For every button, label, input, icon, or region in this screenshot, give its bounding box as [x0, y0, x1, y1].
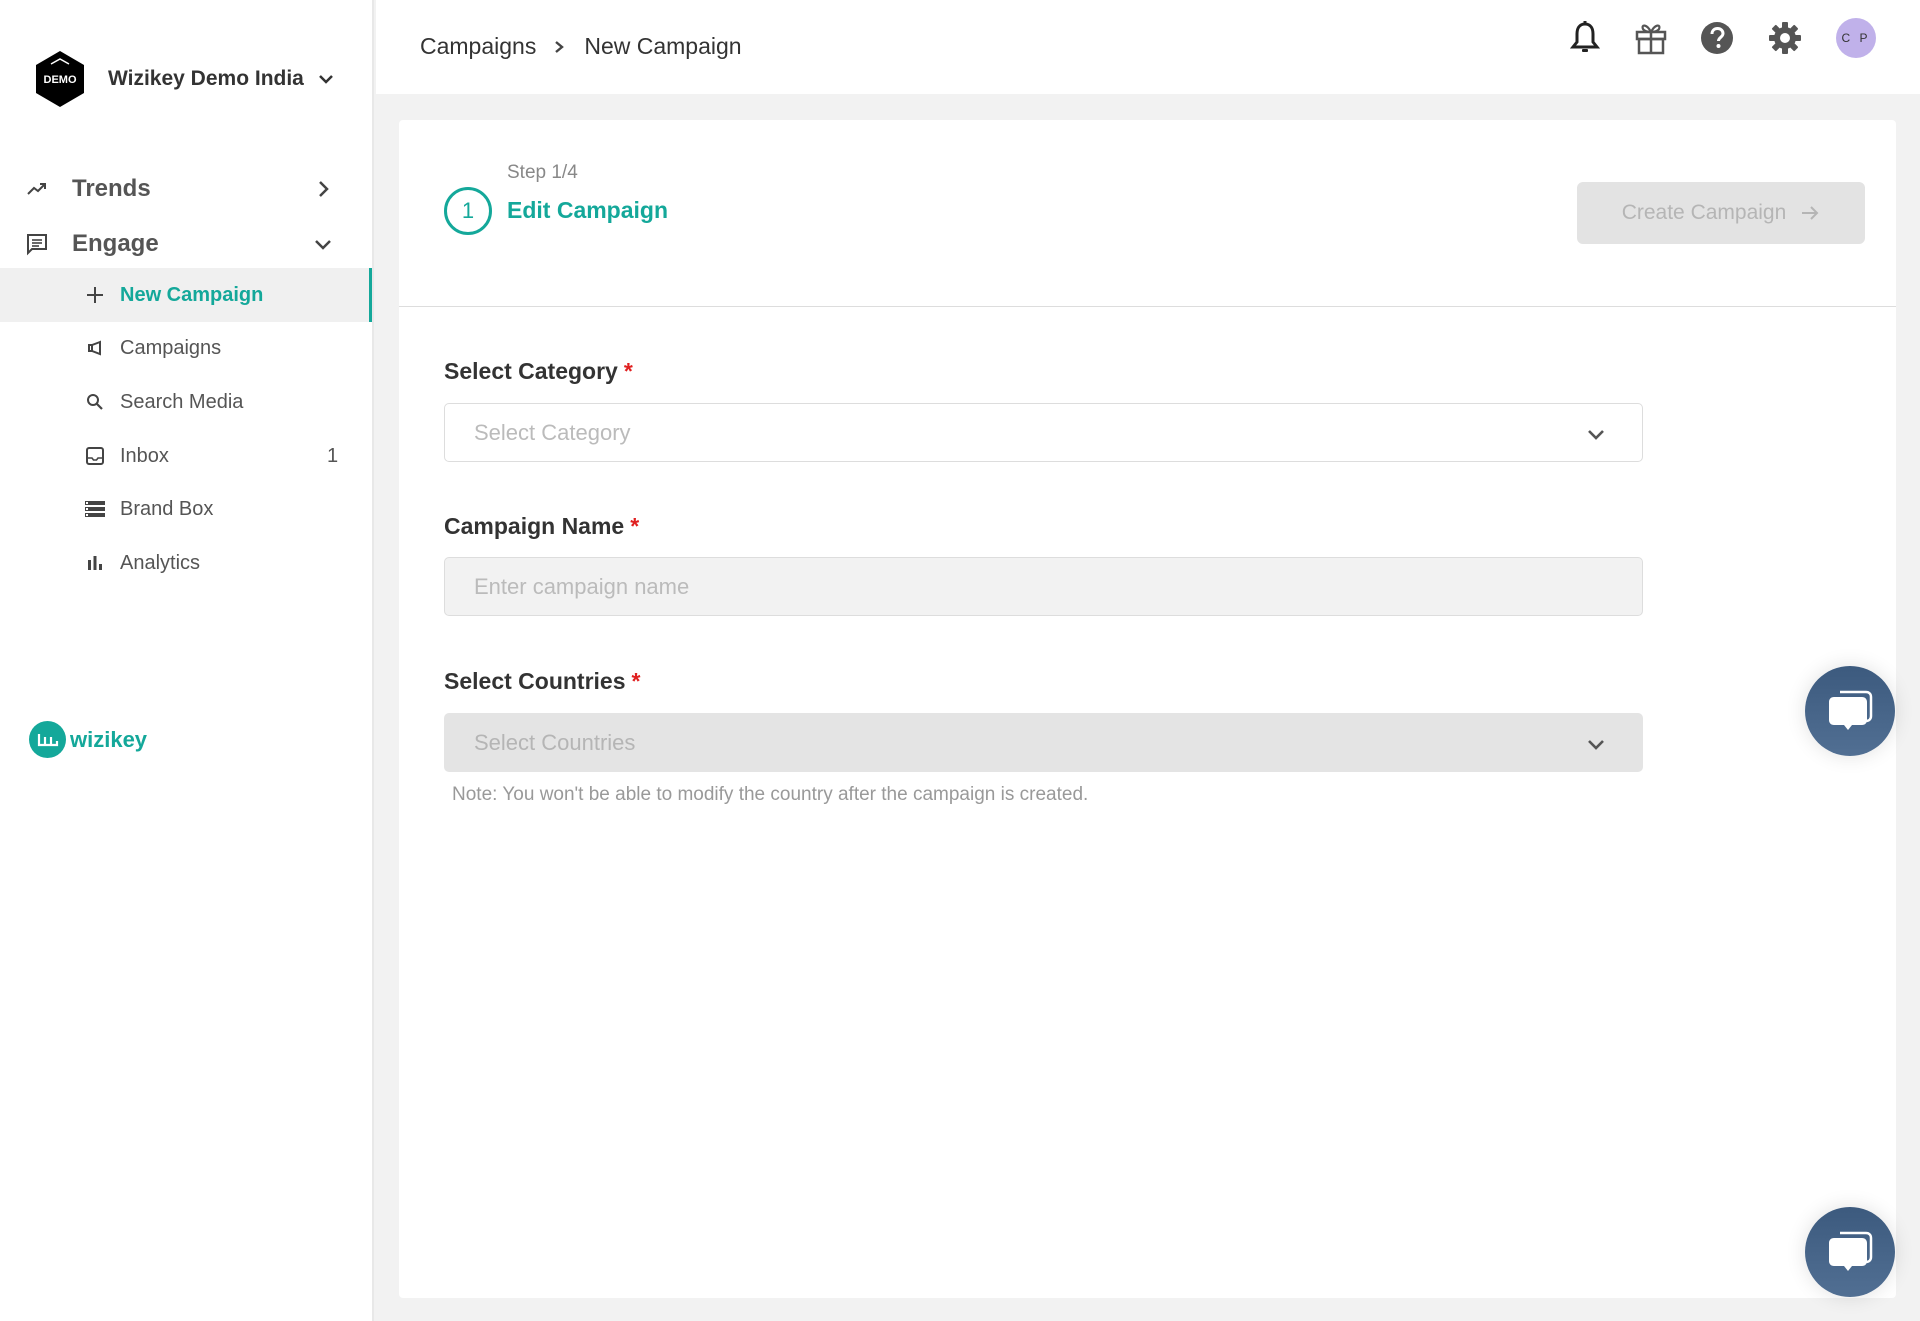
category-label: Select Category *	[444, 358, 633, 385]
gift-button[interactable]	[1633, 20, 1669, 56]
help-button[interactable]	[1699, 20, 1735, 56]
chevron-right-icon	[319, 181, 329, 197]
step-indicator: 1	[444, 187, 492, 235]
sidebar-item-label: Brand Box	[120, 497, 214, 520]
campaign-name-label-text: Campaign Name	[444, 513, 625, 539]
campaign-form-card: 1 Step 1/4 Edit Campaign Create Campaign…	[399, 120, 1896, 1298]
sidebar-item-analytics[interactable]: Analytics	[0, 536, 372, 590]
chat-widget-button[interactable]	[1805, 666, 1895, 756]
sidebar-item-label: Search Media	[120, 390, 244, 413]
wizikey-logo-icon	[29, 721, 66, 758]
chat-icon	[1829, 1231, 1873, 1271]
breadcrumb-new-campaign: New Campaign	[584, 33, 742, 59]
sidebar-item-inbox[interactable]: Inbox 1	[0, 429, 372, 483]
chevron-down-icon	[1588, 430, 1604, 440]
plus-icon	[84, 284, 106, 306]
settings-button[interactable]	[1767, 20, 1803, 56]
svg-text:DEMO: DEMO	[44, 74, 77, 86]
chevron-right-icon	[555, 40, 565, 53]
inbox-icon	[84, 445, 106, 467]
top-header: Campaigns New Campaign C P	[376, 0, 1920, 94]
list-icon	[84, 498, 106, 520]
sidebar-item-campaigns[interactable]: Campaigns	[0, 321, 372, 375]
category-select[interactable]: Select Category	[444, 403, 1643, 462]
campaign-name-label: Campaign Name *	[444, 513, 639, 540]
sidebar-item-label: Analytics	[120, 551, 201, 574]
sidebar-group-trends[interactable]: Trends	[0, 164, 374, 214]
sidebar: DEMO Wizikey Demo India Trends Engage Ne…	[0, 0, 374, 1321]
chevron-down-icon	[1588, 740, 1604, 750]
gift-icon	[1635, 24, 1667, 55]
header-divider	[399, 306, 1896, 307]
create-campaign-button[interactable]: Create Campaign	[1577, 182, 1865, 244]
sidebar-group-engage[interactable]: Engage	[0, 219, 374, 269]
sidebar-item-label: New Campaign	[120, 283, 264, 306]
chat-widget-button-secondary[interactable]	[1805, 1207, 1895, 1297]
sidebar-item-label: Campaigns	[120, 336, 222, 359]
breadcrumb: Campaigns New Campaign	[420, 33, 742, 60]
megaphone-icon	[84, 337, 106, 359]
campaign-name-field	[444, 557, 1643, 616]
category-placeholder: Select Category	[474, 419, 631, 445]
sidebar-group-label: Engage	[72, 230, 159, 257]
message-icon	[27, 234, 47, 256]
breadcrumb-campaigns[interactable]: Campaigns	[420, 33, 536, 60]
required-marker: *	[623, 358, 633, 384]
sidebar-item-brand-box[interactable]: Brand Box	[0, 482, 372, 536]
countries-label-text: Select Countries	[444, 668, 626, 694]
settings-icon	[1769, 22, 1801, 54]
step-title: Edit Campaign	[507, 197, 669, 223]
wizikey-logo: wizikey	[29, 721, 147, 758]
org-logo: DEMO	[34, 50, 86, 108]
sidebar-group-label: Trends	[72, 175, 151, 202]
notifications-button[interactable]	[1567, 20, 1603, 56]
search-icon	[84, 391, 106, 413]
required-marker: *	[631, 668, 641, 694]
sidebar-item-label: Inbox	[120, 444, 169, 467]
sidebar-item-search-media[interactable]: Search Media	[0, 375, 372, 429]
category-label-text: Select Category	[444, 358, 618, 384]
chat-icon	[1829, 690, 1873, 730]
countries-label: Select Countries *	[444, 668, 640, 695]
required-marker: *	[630, 513, 640, 539]
arrow-right-icon	[1802, 206, 1819, 220]
chevron-down-icon	[318, 75, 333, 84]
countries-placeholder: Select Countries	[474, 729, 636, 755]
inbox-count-badge: 1	[327, 444, 339, 467]
bar-chart-icon	[84, 552, 106, 574]
country-note: Note: You won't be able to modify the co…	[452, 784, 1089, 805]
sidebar-item-new-campaign[interactable]: New Campaign	[0, 268, 372, 322]
user-avatar[interactable]: C P	[1836, 18, 1876, 58]
org-name: Wizikey Demo India	[108, 67, 304, 90]
bell-icon	[1570, 21, 1600, 52]
wizikey-logo-text: wizikey	[70, 726, 148, 752]
campaign-name-input[interactable]	[474, 573, 1574, 600]
step-count: Step 1/4	[507, 162, 578, 183]
create-campaign-label: Create Campaign	[1621, 201, 1787, 224]
trending-up-icon	[27, 183, 46, 195]
countries-select[interactable]: Select Countries	[444, 713, 1643, 772]
chevron-down-icon	[315, 240, 331, 250]
org-switcher[interactable]: DEMO Wizikey Demo India	[34, 50, 336, 108]
help-icon	[1701, 22, 1733, 54]
